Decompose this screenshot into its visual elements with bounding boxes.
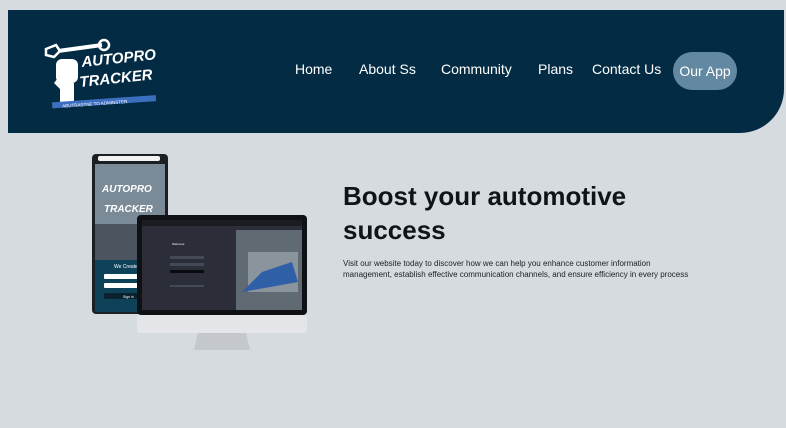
monitor-mockup: Welcome bbox=[137, 215, 307, 350]
svg-text:AUTOPRO: AUTOPRO bbox=[101, 184, 152, 195]
nav-community-link[interactable]: Community bbox=[441, 61, 512, 77]
phone-signin-text: Sign in bbox=[123, 295, 134, 299]
nav-plans-link[interactable]: Plans bbox=[538, 61, 573, 77]
phone-welcome-text: We Create bbox=[114, 264, 138, 270]
hero-description: Visit our website today to discover how … bbox=[343, 259, 689, 279]
device-mockup-image: AUTOPRO TRACKER We Create Sign in Welcom… bbox=[92, 152, 312, 352]
nav-home-link[interactable]: Home bbox=[295, 61, 332, 77]
svg-text:TRACKER: TRACKER bbox=[104, 204, 154, 215]
nav-contact-link[interactable]: Contact Us bbox=[592, 61, 661, 77]
site-header: AUTOPRO TRACKER ABUTRASTNE TO ADMINSTER … bbox=[8, 10, 784, 133]
our-app-button[interactable]: Our App bbox=[673, 52, 737, 90]
nav-about-link[interactable]: About Ss bbox=[359, 61, 416, 77]
hero-title: Boost your automotive success bbox=[343, 181, 627, 245]
desktop-welcome-text: Welcome bbox=[172, 242, 185, 246]
main-nav: Home About Ss Community Plans Contact Us bbox=[8, 10, 784, 133]
